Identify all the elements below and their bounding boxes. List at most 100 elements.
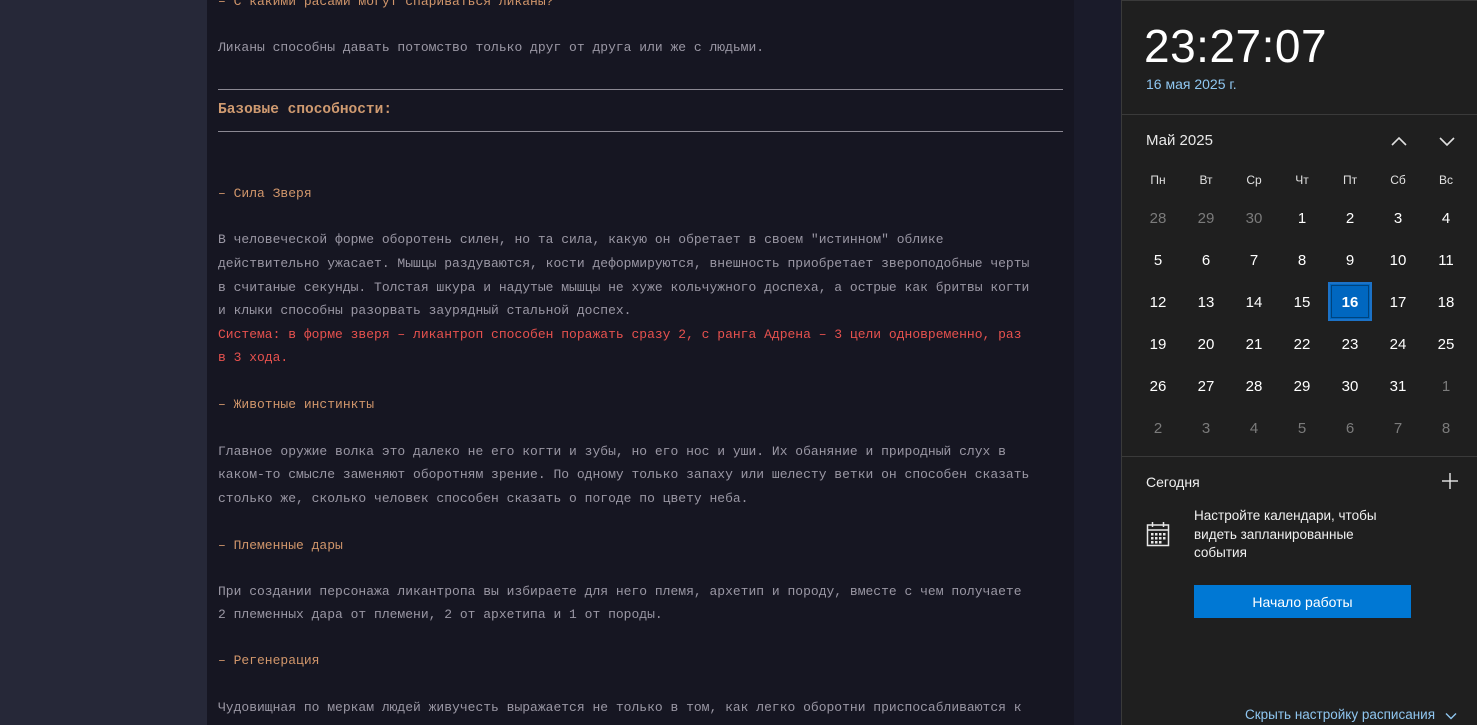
calendar-day[interactable]: 1 bbox=[1422, 365, 1470, 407]
calendar-day[interactable]: 19 bbox=[1134, 323, 1182, 365]
clock-time: 23:27:07 bbox=[1144, 20, 1328, 72]
calendar-grid: 28 29 30 1 2 3 4 5 6 7 8 9 10 11 12 13 14 15 16 17 18 19 20 21 2… bbox=[1134, 197, 1470, 449]
day-number: 21 bbox=[1245, 335, 1263, 353]
day-number: 2 bbox=[1345, 209, 1355, 227]
calendar-setup-message: Настройте календари, чтобы видеть заплан… bbox=[1194, 508, 1377, 560]
calendar-day[interactable]: 4 bbox=[1230, 407, 1278, 449]
calendar-day[interactable]: 28 bbox=[1134, 197, 1182, 239]
day-number: 16 bbox=[1341, 293, 1359, 311]
calendar-week: 19 20 21 22 23 24 25 bbox=[1134, 323, 1470, 365]
calendar-day[interactable]: 17 bbox=[1374, 281, 1422, 323]
calendar-day[interactable]: 3 bbox=[1374, 197, 1422, 239]
calendar-day[interactable]: 6 bbox=[1326, 407, 1374, 449]
calendar-day[interactable]: 10 bbox=[1374, 239, 1422, 281]
day-number: 31 bbox=[1389, 377, 1407, 395]
next-month-button[interactable] bbox=[1435, 129, 1459, 153]
calendar-week: 5 6 7 8 9 10 11 bbox=[1134, 239, 1470, 281]
calendar-day[interactable]: 23 bbox=[1326, 323, 1374, 365]
day-number: 6 bbox=[1345, 419, 1355, 437]
calendar-day[interactable]: 6 bbox=[1182, 239, 1230, 281]
day-number: 27 bbox=[1197, 377, 1215, 395]
beast-line-3: в считаные секунды. Толстая шкура и наду… bbox=[218, 280, 1030, 295]
regen-line-1: Чудовищная по меркам людей живучесть выр… bbox=[218, 700, 1022, 715]
day-number: 12 bbox=[1149, 293, 1167, 311]
calendar-day[interactable]: 5 bbox=[1278, 407, 1326, 449]
breeding-line: Ликаны способны давать потомство только … bbox=[218, 40, 765, 55]
today-label: Сегодня bbox=[1146, 474, 1200, 490]
calendar-week: 26 27 28 29 30 31 1 bbox=[1134, 365, 1470, 407]
calendar-day[interactable]: 7 bbox=[1374, 407, 1422, 449]
full-date-link[interactable]: 16 мая 2025 г. bbox=[1146, 76, 1237, 92]
divider-top bbox=[218, 89, 1063, 90]
calendar-day[interactable]: 8 bbox=[1278, 239, 1326, 281]
day-number: 14 bbox=[1245, 293, 1263, 311]
calendar-day[interactable]: 21 bbox=[1230, 323, 1278, 365]
day-number: 7 bbox=[1393, 419, 1403, 437]
day-number: 15 bbox=[1293, 293, 1311, 311]
day-number: 26 bbox=[1149, 377, 1167, 395]
calendar-day[interactable]: 11 bbox=[1422, 239, 1470, 281]
tribal-line-2: 2 племенных дара от племени, 2 от архети… bbox=[218, 607, 663, 622]
get-started-button[interactable]: Начало работы bbox=[1194, 585, 1411, 618]
weekday-label: Сб bbox=[1390, 173, 1406, 187]
regen-title: – Регенерация bbox=[218, 653, 320, 668]
day-number: 30 bbox=[1341, 377, 1359, 395]
weekday-label: Вт bbox=[1199, 173, 1213, 187]
add-event-button[interactable] bbox=[1440, 471, 1460, 491]
tribal-title: – Племенные дары bbox=[218, 538, 343, 553]
beast-line-2: действительно ужасает. Мышцы раздуваются… bbox=[218, 256, 1030, 271]
prev-month-button[interactable] bbox=[1387, 129, 1411, 153]
calendar-day[interactable]: 4 bbox=[1422, 197, 1470, 239]
calendar-day[interactable]: 14 bbox=[1230, 281, 1278, 323]
calendar-day[interactable]: 1 bbox=[1278, 197, 1326, 239]
calendar-day[interactable]: 13 bbox=[1182, 281, 1230, 323]
calendar-day[interactable]: 31 bbox=[1374, 365, 1422, 407]
section-heading: Базовые способности: bbox=[218, 102, 393, 118]
calendar-day[interactable]: 29 bbox=[1182, 197, 1230, 239]
day-number: 4 bbox=[1441, 209, 1451, 227]
calendar-week: 28 29 30 1 2 3 4 bbox=[1134, 197, 1470, 239]
weekday-label: Пн bbox=[1150, 173, 1166, 187]
calendar-day[interactable]: 28 bbox=[1230, 365, 1278, 407]
calendar-day[interactable]: 25 bbox=[1422, 323, 1470, 365]
day-number: 10 bbox=[1389, 251, 1407, 269]
calendar-day[interactable]: 27 bbox=[1182, 365, 1230, 407]
hide-agenda-link[interactable]: Скрыть настройку расписания bbox=[1245, 707, 1435, 722]
question-line: – С какими расами могут спариваться лика… bbox=[218, 0, 554, 9]
calendar-day[interactable]: 24 bbox=[1374, 323, 1422, 365]
calendar-day[interactable]: 5 bbox=[1134, 239, 1182, 281]
calendar-day[interactable]: 30 bbox=[1326, 365, 1374, 407]
calendar-day[interactable]: 29 bbox=[1278, 365, 1326, 407]
calendar-day[interactable]: 7 bbox=[1230, 239, 1278, 281]
hide-agenda-chevron[interactable] bbox=[1444, 709, 1458, 723]
calendar-day[interactable]: 15 bbox=[1278, 281, 1326, 323]
calendar-day[interactable]: 18 bbox=[1422, 281, 1470, 323]
calendar-flyout: 23:27:07 16 мая 2025 г. Май 2025 Пн Вт Ср Ч… bbox=[1121, 0, 1477, 725]
day-number: 3 bbox=[1201, 419, 1211, 437]
calendar-day[interactable]: 20 bbox=[1182, 323, 1230, 365]
day-number: 20 bbox=[1197, 335, 1215, 353]
calendar-day[interactable]: 30 bbox=[1230, 197, 1278, 239]
chevron-down-icon bbox=[1439, 137, 1455, 147]
instinct-line-1: Главное оружие волка это далеко не его к… bbox=[218, 444, 1006, 459]
beast-line-1: В человеческой форме оборотень силен, но… bbox=[218, 232, 944, 247]
chevron-down-icon bbox=[1445, 713, 1457, 720]
weekday-label: Чт bbox=[1295, 173, 1309, 187]
day-number: 18 bbox=[1437, 293, 1455, 311]
calendar-day[interactable]: 9 bbox=[1326, 239, 1374, 281]
day-number: 24 bbox=[1389, 335, 1407, 353]
month-label[interactable]: Май 2025 bbox=[1146, 132, 1213, 149]
calendar-day[interactable]: 2 bbox=[1326, 197, 1374, 239]
calendar-day[interactable]: 2 bbox=[1134, 407, 1182, 449]
calendar-day[interactable]: 8 bbox=[1422, 407, 1470, 449]
calendar-day[interactable]: 12 bbox=[1134, 281, 1182, 323]
weekday-label: Ср bbox=[1246, 173, 1262, 187]
day-number: 8 bbox=[1297, 251, 1307, 269]
day-number: 3 bbox=[1393, 209, 1403, 227]
calendar-day[interactable]: 26 bbox=[1134, 365, 1182, 407]
calendar-day-today[interactable]: 16 bbox=[1326, 281, 1374, 323]
calendar-day[interactable]: 22 bbox=[1278, 323, 1326, 365]
day-number: 9 bbox=[1345, 251, 1355, 269]
beast-title: – Сила Зверя bbox=[218, 186, 312, 201]
calendar-day[interactable]: 3 bbox=[1182, 407, 1230, 449]
